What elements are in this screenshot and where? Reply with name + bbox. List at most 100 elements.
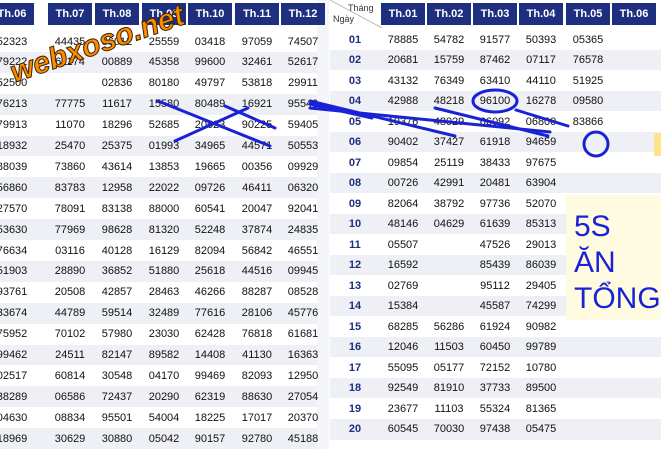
left-table-cell: 45188 (287, 432, 319, 445)
annotation-line-2: ĂN (574, 246, 616, 279)
left-table-cell: 28463 (148, 286, 180, 299)
left-table-cell: 88287 (241, 286, 273, 299)
right-table-cell: 25119 (434, 156, 464, 169)
left-table-cell: 53630 (0, 223, 28, 236)
right-table-cell: 61918 (479, 136, 511, 148)
right-table-cell (427, 275, 471, 296)
right-table-cell (566, 398, 610, 419)
left-table-cell: 73860 (54, 160, 86, 173)
right-table-cell: 87462 (479, 54, 511, 66)
right-month-header: Th.03 (473, 3, 517, 25)
right-table-cell: 54782 (433, 33, 465, 46)
right-table-cell: 83866 (572, 115, 604, 128)
right-month-header: Th.05 (566, 3, 610, 25)
left-table-cell: 18296 (101, 119, 133, 132)
day-number-cell: 11 (349, 238, 361, 251)
left-table-cell: 76818 (241, 328, 273, 341)
left-table-cell: 03418 (194, 35, 226, 48)
right-table-cell: 96100 (479, 95, 511, 107)
right-table-cell: 29013 (525, 238, 557, 251)
right-table-cell: 05365 (572, 33, 604, 46)
day-number-cell: 05 (348, 115, 362, 128)
right-table-cell: 81365 (525, 402, 557, 415)
right-table-cell (612, 29, 656, 50)
day-number-cell: 01 (348, 33, 362, 46)
day-number-cell: 02 (348, 54, 362, 66)
right-table-cell: 42988 (387, 95, 419, 107)
left-table-cell: 44571 (241, 140, 273, 152)
left-table-cell: 16129 (148, 244, 180, 257)
right-table-cell: 12046 (387, 341, 419, 353)
left-table-cell: 59405 (287, 119, 319, 132)
right-table-cell (566, 132, 610, 153)
left-table-cell: 46411 (242, 181, 272, 194)
right-table-cell (612, 91, 656, 112)
left-table-cell: 44789 (54, 307, 86, 320)
left-table-cell: 28106 (241, 307, 273, 320)
right-table-cell: 78885 (387, 33, 419, 46)
day-number-cell: 13 (348, 279, 362, 292)
left-table-cell: 88039 (0, 160, 28, 173)
right-table-cell: 85439 (479, 259, 511, 271)
left-table-cell: 09929 (287, 160, 319, 173)
left-table-cell: 19665 (194, 160, 226, 173)
left-table-cell: 59514 (101, 307, 133, 320)
right-table-cell (612, 111, 656, 132)
left-table-cell: 25470 (54, 140, 86, 152)
left-table-cell: 80489 (194, 98, 226, 111)
left-table-cell: 25375 (101, 140, 133, 152)
right-table-cell: 70030 (433, 423, 465, 435)
left-table-cell: 14408 (194, 349, 226, 361)
left-table-cell: 53818 (241, 77, 273, 90)
left-table-cell: 08834 (54, 411, 86, 424)
left-table-cell: 70102 (54, 328, 86, 341)
left-table-cell: 51880 (148, 265, 180, 278)
left-table-cell: 29911 (288, 77, 318, 90)
left-table-cell: 62428 (194, 328, 226, 341)
day-number-cell: 06 (348, 136, 362, 148)
right-table-cell: 81910 (433, 382, 465, 394)
right-table-cell: 38792 (433, 197, 465, 210)
right-table-cell: 92549 (387, 382, 419, 394)
right-table-cell (612, 132, 656, 153)
left-table-cell: 04170 (148, 369, 180, 382)
left-table-cell: 78091 (54, 202, 86, 215)
day-number-cell: 03 (348, 74, 362, 87)
right-table-cell: 37427 (433, 136, 465, 148)
right-table-cell: 97736 (479, 197, 511, 210)
right-table-cell (566, 419, 610, 440)
right-table-cell: 72152 (479, 361, 511, 374)
right-table-cell: 10780 (525, 361, 557, 374)
left-table-cell: 30629 (54, 432, 86, 445)
day-number-cell: 07 (348, 156, 362, 169)
day-number-cell: 14 (348, 300, 362, 312)
right-table-cell: 76578 (572, 54, 604, 66)
right-table-cell (612, 378, 656, 399)
left-table-cell: 77969 (54, 223, 86, 236)
left-table-cell: 20623 (194, 119, 226, 132)
right-table-cell: 48146 (387, 218, 419, 230)
right-table-cell: 45587 (479, 300, 511, 312)
left-table-cell: 36852 (101, 265, 133, 278)
month-label: Tháng (348, 3, 374, 13)
right-table-cell: 05475 (525, 423, 557, 435)
left-table-cell: 57980 (101, 328, 133, 341)
day-number-cell: 18 (348, 382, 362, 394)
left-table-cell: 54004 (148, 411, 180, 424)
left-table-cell: 76213 (0, 98, 28, 111)
right-table-cell: 43132 (387, 74, 419, 87)
left-month-header: Th.07 (48, 3, 92, 25)
left-table-cell: 56860 (0, 181, 28, 194)
left-table-cell: 18932 (0, 140, 28, 152)
left-table-cell: 28890 (54, 265, 86, 278)
left-table-cell: 74507 (287, 35, 319, 48)
left-table-cell: 56842 (241, 244, 273, 257)
left-table-cell: 05042 (148, 432, 180, 445)
left-table-cell: 92780 (241, 432, 273, 445)
left-table-cell: 16363 (287, 349, 319, 361)
left-table-cell: 80180 (148, 77, 180, 90)
right-table-cell (427, 255, 471, 276)
left-table-cell: 09945 (287, 265, 319, 278)
left-table-cell: 81320 (148, 223, 180, 236)
right-table-cell (566, 152, 610, 173)
